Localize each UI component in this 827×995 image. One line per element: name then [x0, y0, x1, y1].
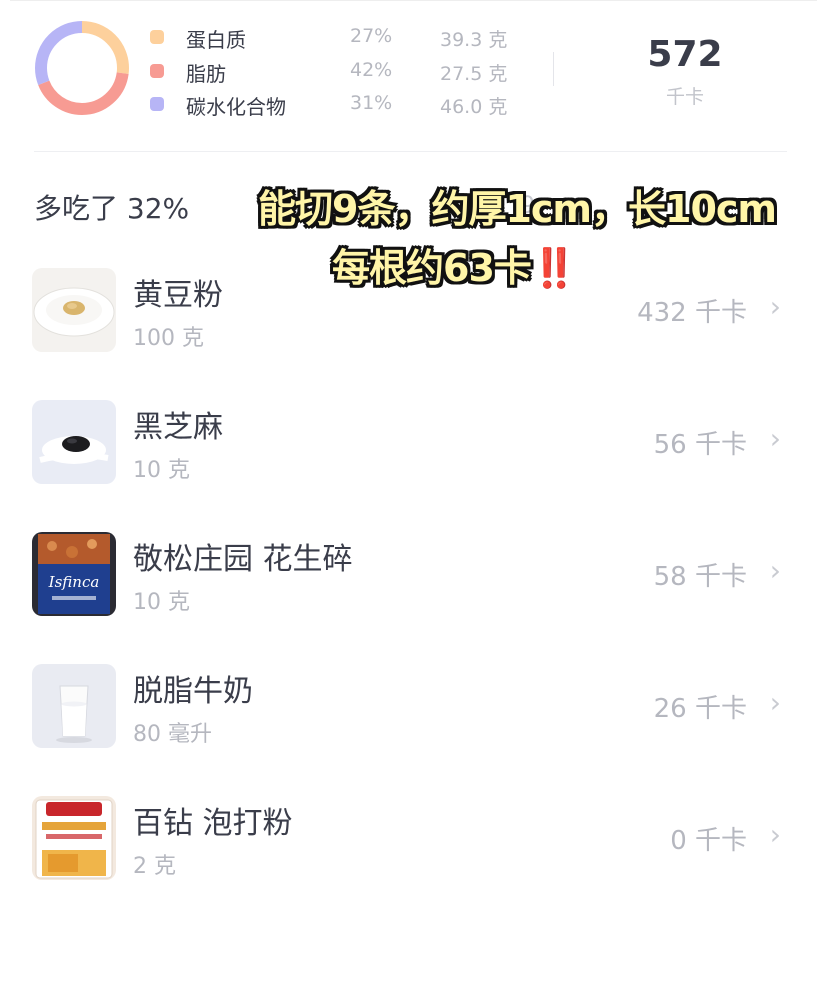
legend-carbs: 碳水化合物 31% 46.0 克 [150, 89, 530, 119]
food-item[interactable]: 百钻 泡打粉 2 克 0 千卡 › [0, 796, 827, 896]
peanut-package-thumbnail: Isfinca [32, 532, 116, 616]
legend-percent: 27% [350, 25, 393, 47]
double-exclamation-icon: ‼️ [530, 246, 578, 290]
food-quantity: 10 克 [133, 458, 190, 483]
legend-percent: 31% [350, 92, 393, 114]
black-sesame-thumbnail [32, 400, 116, 484]
food-item[interactable]: 黑芝麻 10 克 56 千卡 › [0, 400, 827, 500]
legend-name: 碳水化合物 [186, 95, 286, 119]
chevron-right-icon: › [769, 290, 781, 323]
food-calories: 58 千卡 [653, 562, 747, 592]
legend-grams: 27.5 克 [440, 63, 508, 85]
protein-color-dot [150, 30, 164, 44]
chevron-right-icon: › [769, 554, 781, 587]
food-calories: 432 千卡 [637, 298, 747, 328]
svg-text:Isfinca: Isfinca [48, 573, 100, 591]
food-quantity: 80 毫升 [133, 722, 212, 747]
total-calories-unit: 千卡 [665, 86, 704, 108]
food-calories: 0 千卡 [670, 826, 747, 856]
overlay-caption-line2: 每根约63卡‼️ [332, 237, 632, 292]
chevron-right-icon: › [769, 422, 781, 455]
chevron-right-icon: › [769, 818, 781, 851]
food-calories: 26 千卡 [653, 694, 747, 724]
card-top-edge [10, 0, 817, 1]
food-calories: 56 千卡 [653, 430, 747, 460]
macro-donut-chart [35, 21, 129, 115]
milk-glass-thumbnail [32, 664, 116, 748]
food-name: 百钻 泡打粉 [133, 806, 293, 841]
food-name: 敬松庄园 花生碎 [133, 542, 353, 577]
food-item[interactable]: 脱脂牛奶 80 毫升 26 千卡 › [0, 664, 827, 764]
food-quantity: 100 克 [133, 326, 204, 351]
fat-color-dot [150, 64, 164, 78]
section-divider [34, 151, 787, 152]
food-quantity: 2 克 [133, 854, 176, 879]
legend-grams: 46.0 克 [440, 96, 508, 118]
legend-grams: 39.3 克 [440, 29, 508, 51]
nutrition-card: 蛋白质 27% 39.3 克 脂肪 42% 27.5 克 碳水化合物 31% 4… [0, 0, 827, 995]
carbs-color-dot [150, 97, 164, 111]
overlay-caption-text: 每根约63卡 [332, 246, 532, 290]
food-item[interactable]: Isfinca 敬松庄园 花生碎 10 克 58 千卡 › [0, 532, 827, 632]
chevron-right-icon: › [769, 686, 781, 719]
summary-divider [553, 52, 554, 86]
baking-powder-thumbnail [32, 796, 116, 880]
food-name: 黄豆粉 [133, 278, 223, 313]
food-name: 黑芝麻 [133, 410, 223, 445]
legend-name: 脂肪 [186, 62, 226, 86]
legend-protein: 蛋白质 27% 39.3 克 [150, 22, 530, 52]
legend-fat: 脂肪 42% 27.5 克 [150, 56, 530, 86]
intake-over-note: 多吃了 32% [34, 192, 190, 225]
overlay-caption-line1: 能切9条，约厚1cm，长10cm [258, 187, 777, 231]
legend-name: 蛋白质 [186, 28, 246, 52]
legend-percent: 42% [350, 59, 393, 81]
food-quantity: 10 克 [133, 590, 190, 615]
food-name: 脱脂牛奶 [133, 674, 253, 709]
soy-flour-thumbnail [32, 268, 116, 352]
total-calories: 572 [647, 34, 723, 75]
